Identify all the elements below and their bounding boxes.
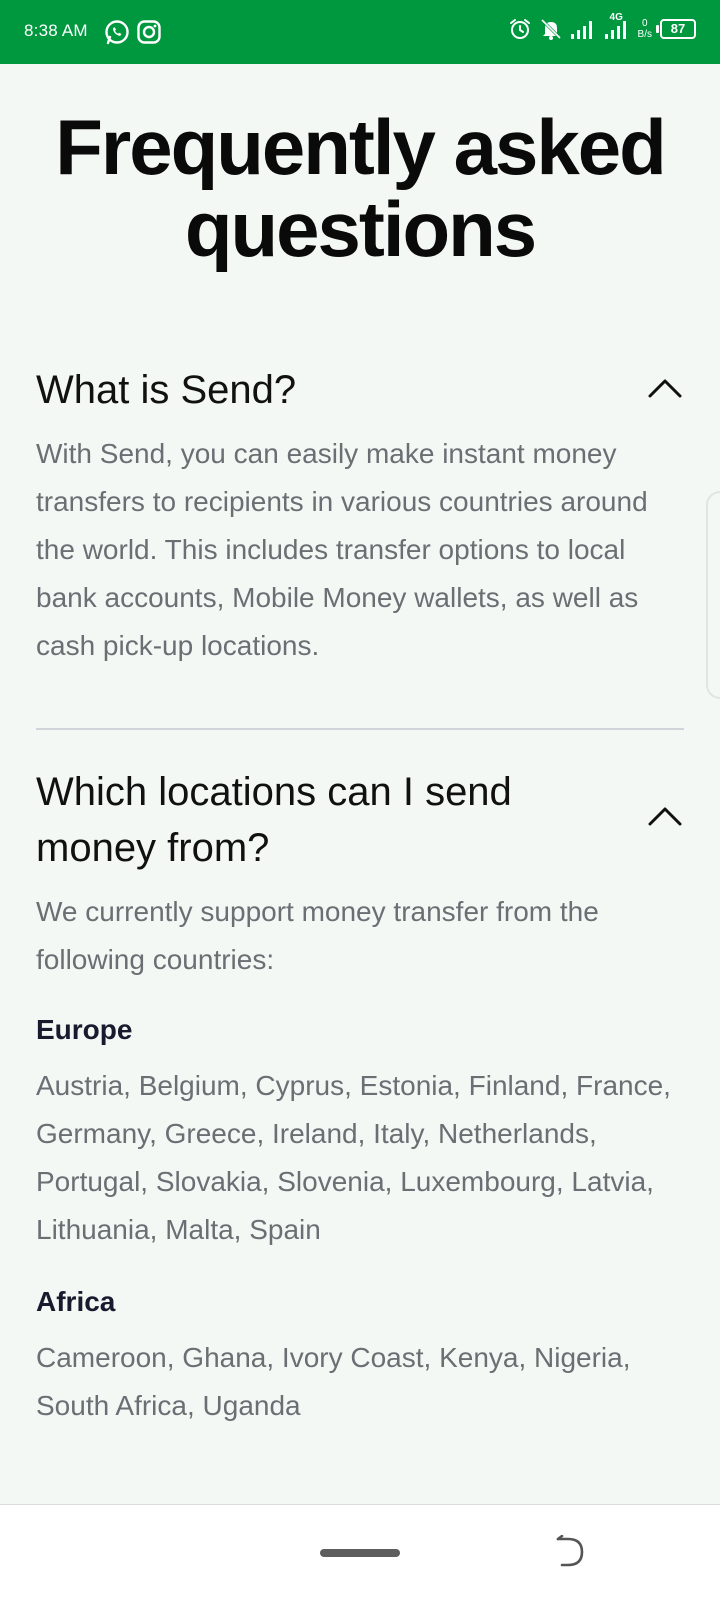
status-time: 8:38 AM — [24, 21, 88, 40]
network-type: 4G — [609, 12, 623, 23]
region-europe: Europe Austria, Belgium, Cyprus, Estonia… — [36, 1012, 684, 1254]
faq-item-send-locations[interactable]: Which locations can I send money from? W… — [36, 764, 684, 1430]
region-countries: Cameroon, Ghana, Ivory Coast, Kenya, Nig… — [36, 1342, 631, 1421]
region-title: Africa — [36, 1286, 116, 1317]
faq-answer: We currently support money transfer from… — [36, 896, 599, 975]
status-left-icons — [104, 19, 162, 45]
faq-item-what-is-send[interactable]: What is Send? With Send, you can easily … — [36, 362, 684, 670]
page-title: Frequently asked questions — [55, 103, 667, 273]
signal-icon — [570, 21, 592, 39]
status-right-icons: 4G 0 B/s 87 — [508, 12, 696, 41]
region-africa: Africa Cameroon, Ghana, Ivory Coast, Ken… — [36, 1284, 684, 1430]
signal-4g-group: 4G — [604, 12, 630, 40]
mute-bell-icon — [540, 18, 561, 40]
faq-question[interactable]: What is Send? — [36, 362, 684, 418]
battery-icon: 87 — [656, 19, 696, 39]
divider — [36, 728, 684, 730]
faq-question[interactable]: Which locations can I send money from? — [36, 764, 684, 876]
faq-page[interactable]: Frequently asked questions What is Send?… — [0, 64, 720, 1504]
side-drawer-handle[interactable] — [706, 491, 720, 699]
net-speed: 0 B/s — [637, 18, 652, 40]
status-bar: 8:38 AM 4G 0 B/s 87 — [0, 0, 720, 64]
faq-answer: With Send, you can easily make instant m… — [36, 438, 648, 661]
home-pill[interactable] — [320, 1549, 400, 1557]
whatsapp-icon — [105, 20, 129, 45]
chevron-up-icon[interactable] — [648, 806, 682, 826]
instagram-icon — [137, 20, 161, 44]
back-icon[interactable] — [556, 1535, 586, 1569]
region-countries: Austria, Belgium, Cyprus, Estonia, Finla… — [36, 1070, 671, 1245]
region-title: Europe — [36, 1014, 133, 1045]
alarm-icon — [509, 19, 530, 39]
chevron-up-icon[interactable] — [648, 378, 682, 398]
system-nav-bar — [0, 1504, 720, 1600]
